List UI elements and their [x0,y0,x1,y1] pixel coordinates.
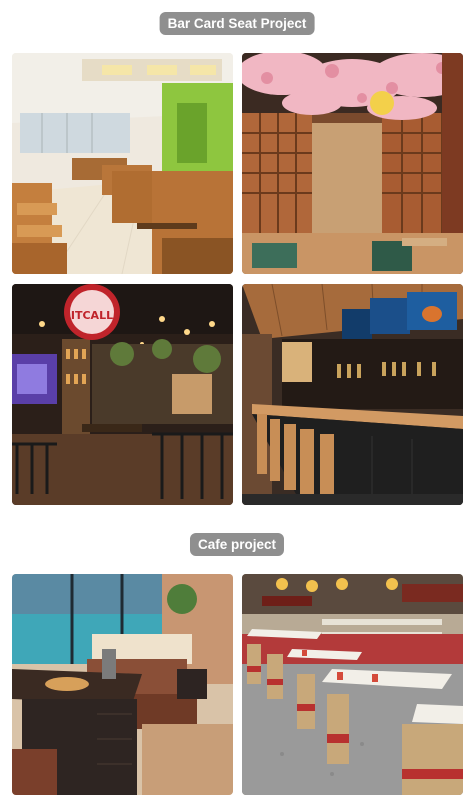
section-title-cafe: Cafe project [189,533,285,556]
photo-bar-counter [242,284,463,505]
photo-sakura-restaurant [242,53,463,274]
photo-neon-bar: ITCALL [12,284,233,505]
photo-booth-restaurant [12,53,233,274]
section-title-bar-card: Bar Card Seat Project [159,12,315,35]
neon-sign-line2: ITCALL [71,309,113,322]
photo-red-seat-cafe [242,574,463,795]
photo-mall-cafe [12,574,233,795]
